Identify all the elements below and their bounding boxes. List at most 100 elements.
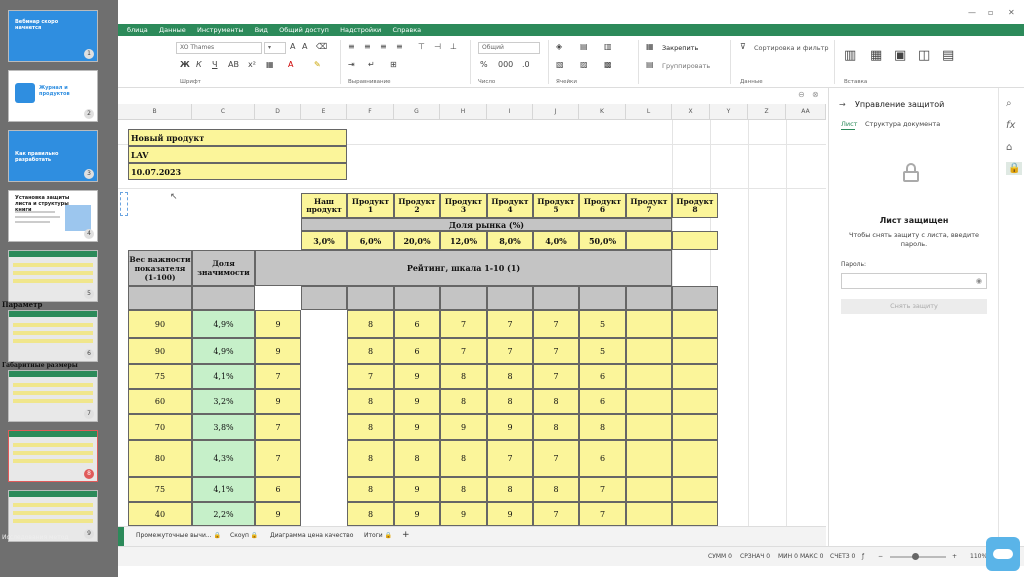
slide-thumb-1[interactable]: Вебинар скоро начнется 1 [8, 10, 98, 62]
rating-cell[interactable]: 9 [440, 502, 487, 526]
slide-thumb-5[interactable]: 5 [8, 250, 98, 302]
tab-structure[interactable]: Структура документа [865, 120, 940, 128]
underline-icon[interactable]: Ч [212, 60, 217, 69]
rating-cell[interactable] [626, 310, 672, 338]
merge-cells-icon[interactable]: ⊞ [390, 60, 397, 69]
rating-cell[interactable]: 7 [533, 502, 579, 526]
rating-cell[interactable]: 7 [533, 338, 579, 364]
column-header[interactable]: C [192, 104, 255, 120]
rating-cell[interactable]: 7 [255, 414, 301, 440]
rating-cell[interactable]: 8 [394, 440, 440, 477]
rating-cell[interactable]: 5 [579, 310, 626, 338]
font-color-icon[interactable]: A [288, 60, 293, 69]
rating-cell[interactable]: 6 [394, 338, 440, 364]
column-header[interactable]: I [487, 104, 533, 120]
rating-cell[interactable]: 8 [347, 414, 394, 440]
column-header[interactable]: B [118, 104, 192, 120]
font-size-select[interactable]: ▾ [264, 42, 286, 54]
weight-header[interactable]: Вес важности показателя (1-100) [128, 250, 192, 286]
rating-cell[interactable]: 6 [255, 477, 301, 502]
blank-header-cell[interactable] [533, 286, 579, 310]
rating-cell[interactable]: 9 [255, 502, 301, 526]
rating-cell[interactable]: 7 [533, 310, 579, 338]
menu-item-table[interactable]: блица [127, 24, 148, 36]
rating-cell[interactable]: 7 [440, 338, 487, 364]
rating-cell[interactable]: 9 [394, 414, 440, 440]
slide-thumb-3[interactable]: Как правильно разработать 3 [8, 130, 98, 182]
chart-icon[interactable]: ▥ [844, 48, 856, 63]
align-center-icon[interactable]: ≡ [364, 42, 371, 51]
image-icon[interactable]: ▣ [894, 48, 906, 63]
slide-thumb-8[interactable]: 8 [8, 430, 98, 482]
zoom-slider-thumb[interactable] [912, 553, 919, 560]
rating-cell[interactable] [626, 502, 672, 526]
align-top-icon[interactable]: ≡ [348, 42, 355, 51]
product-header-cell[interactable]: Продукт 4 [487, 193, 533, 218]
column-header[interactable]: L [626, 104, 672, 120]
product-header-cell[interactable]: Продукт 1 [347, 193, 394, 218]
close-sheet-icon[interactable]: ⊗ [812, 90, 819, 99]
wrap-text-icon[interactable]: ↵ [368, 60, 375, 69]
blank-header-cell[interactable] [440, 286, 487, 310]
weight-cell[interactable]: 70 [128, 414, 192, 440]
insert-cells-icon[interactable]: ▤ [580, 42, 588, 51]
product-header-cell[interactable]: Продукт 3 [440, 193, 487, 218]
sheet-tab-scope[interactable]: Скоуп 🔒 [230, 532, 258, 539]
menu-item-sharing[interactable]: Общий доступ [279, 24, 329, 36]
column-header[interactable]: Z [748, 104, 786, 120]
weight-cell[interactable]: 75 [128, 477, 192, 502]
rating-cell[interactable] [626, 389, 672, 414]
collapse-icon[interactable]: ⊖ [798, 90, 805, 99]
close-icon[interactable]: ✕ [1008, 8, 1015, 17]
rating-cell[interactable]: 8 [487, 477, 533, 502]
rating-cell[interactable]: 8 [533, 414, 579, 440]
rating-cell[interactable]: 8 [440, 477, 487, 502]
rating-cell[interactable]: 8 [440, 364, 487, 389]
market-share-label[interactable]: Доля рынка (%) [301, 218, 672, 231]
rating-cell[interactable]: 9 [394, 502, 440, 526]
rating-header[interactable]: Рейтинг, шкала 1-10 (1) [255, 250, 672, 286]
zoom-in-icon[interactable]: + [952, 553, 957, 560]
rating-cell[interactable]: 7 [533, 364, 579, 389]
align-right-icon[interactable]: ≡ [380, 42, 387, 51]
rating-cell[interactable]: 8 [533, 389, 579, 414]
menu-item-help[interactable]: Справка [393, 24, 422, 36]
blank-header-cell[interactable] [192, 286, 255, 310]
product-header-cell[interactable]: Продукт 7 [626, 193, 672, 218]
share-cell[interactable]: 4,9% [192, 310, 255, 338]
column-header[interactable]: X [672, 104, 710, 120]
column-header[interactable]: AA [786, 104, 826, 120]
rating-cell[interactable]: 8 [347, 477, 394, 502]
rating-cell[interactable] [672, 389, 718, 414]
product-header-cell[interactable]: Продукт 6 [579, 193, 626, 218]
cloud-app-icon[interactable] [986, 537, 1020, 571]
tag-icon[interactable]: ⌂ [1006, 142, 1012, 153]
protection-icon[interactable]: 🔒 [1006, 162, 1023, 175]
freeze-icon[interactable]: ▦ [646, 42, 654, 51]
add-sheet-icon[interactable]: + [402, 530, 410, 540]
valign-middle-icon[interactable]: ⊣ [434, 42, 441, 51]
search-icon[interactable]: ⌕ [1006, 98, 1012, 109]
market-share-cell[interactable]: 8,0% [487, 231, 533, 250]
percent-icon[interactable]: % [480, 60, 488, 69]
share-cell[interactable]: 4,1% [192, 364, 255, 389]
rating-cell[interactable]: 9 [487, 502, 533, 526]
filter-icon[interactable]: ⊽ [740, 42, 746, 51]
column-header[interactable]: E [301, 104, 347, 120]
rating-cell[interactable] [672, 440, 718, 477]
rating-cell[interactable]: 8 [440, 440, 487, 477]
share-cell[interactable]: 4,9% [192, 338, 255, 364]
column-header[interactable]: F [347, 104, 394, 120]
conditional-format-icon[interactable]: ▨ [580, 60, 588, 69]
product-header-cell[interactable]: Продукт 5 [533, 193, 579, 218]
rating-cell[interactable]: 7 [487, 338, 533, 364]
rating-cell[interactable]: 9 [394, 389, 440, 414]
panel-arrow-icon[interactable]: → [839, 100, 846, 109]
sort-filter-button[interactable]: Сортировка и фильтр [754, 44, 829, 52]
rating-cell[interactable]: 6 [579, 364, 626, 389]
borders-icon[interactable]: ▦ [266, 60, 274, 69]
formula-icon[interactable]: ƒ [862, 553, 864, 560]
freeze-button[interactable]: Закрепить [662, 44, 698, 52]
superscript-icon[interactable]: x² [248, 60, 256, 69]
highlight-icon[interactable]: ✎ [314, 60, 321, 69]
